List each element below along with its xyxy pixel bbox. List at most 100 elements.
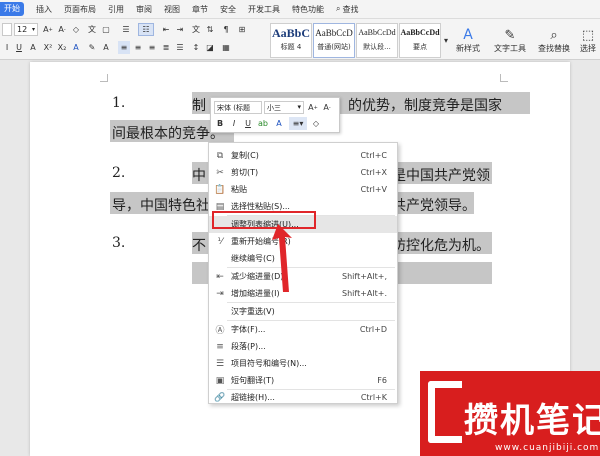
watermark-logo: 攒机笔记 www.cuanjibiji.com (420, 371, 600, 456)
menu-item-bullets-numbering[interactable]: ☰ 项目符号和编号(N)... (209, 355, 397, 372)
borders-icon[interactable]: ▦ (220, 41, 232, 54)
tab-start[interactable]: 开始 (0, 2, 24, 16)
highlight-icon[interactable]: ✎ (86, 41, 98, 54)
menu-item-copy[interactable]: ⧉ 复制(C) Ctrl+C (209, 147, 397, 164)
margin-mark (500, 74, 508, 82)
tab-references[interactable]: 引用 (108, 4, 124, 15)
menu-item-label: 超链接(H)... (231, 393, 275, 402)
menu-item-paste[interactable]: 📋 粘贴 Ctrl+V (209, 181, 397, 198)
paragraph-text[interactable]: 的优势，制度竞争是国家 (348, 95, 502, 115)
menu-item-label: 复制(C) (231, 151, 259, 160)
numbering-icon[interactable]: ☷ (138, 23, 154, 36)
mini-size-dropdown[interactable]: 小三 ▾ (264, 101, 304, 114)
font-color-icon[interactable]: A (70, 41, 82, 54)
char-shading-icon[interactable]: A (100, 41, 112, 54)
menu-item-decrease-indent[interactable]: ⇤ 减少缩进量(D) Shift+Alt+, (209, 268, 397, 285)
tab-developer[interactable]: 开发工具 (248, 4, 280, 15)
justify-icon[interactable]: ≣ (160, 41, 172, 54)
italic-icon[interactable]: I (228, 117, 240, 130)
line-spacing-icon[interactable]: ↕ (190, 41, 202, 54)
bullets-icon[interactable]: ☰ (118, 23, 134, 36)
style-label: 默认段... (363, 43, 391, 51)
menu-item-increase-indent[interactable]: ⇥ 增加缩进量(I) Shift+Alt+. (209, 285, 397, 302)
annotation-highlight-box (212, 211, 316, 229)
tab-features[interactable]: 特色功能 (292, 4, 324, 15)
superscript-icon[interactable]: X² (42, 41, 54, 54)
paragraph-text[interactable]: 制 (192, 95, 206, 115)
underline-icon[interactable]: U (242, 117, 254, 130)
menu-item-shortcut: F6 (377, 376, 387, 385)
paragraph-text[interactable]: 共产党领导。 (392, 195, 476, 215)
tab-view[interactable]: 视图 (164, 4, 180, 15)
mini-font-dropdown[interactable]: 宋体 (标题 (214, 101, 262, 114)
underline-icon[interactable]: U (14, 41, 24, 54)
tab-insert[interactable]: 插入 (36, 4, 52, 15)
show-marks-icon[interactable]: ¶ (220, 23, 232, 36)
menu-item-translate[interactable]: ▣ 短句翻译(T) F6 (209, 372, 397, 389)
tab-chapter[interactable]: 章节 (192, 4, 208, 15)
shading-icon[interactable]: ◪ (204, 41, 216, 54)
tab-page-layout[interactable]: 页面布局 (64, 4, 96, 15)
strikethrough-icon[interactable]: A (28, 41, 38, 54)
align-center-icon[interactable]: ≡ (132, 41, 144, 54)
find-replace-button[interactable]: ⌕ 查找替换 (534, 23, 574, 58)
style-normal-web[interactable]: AaBbCcD 普通(网站) (313, 23, 355, 58)
chevron-down-icon: ▾ (297, 103, 301, 111)
paragraph-text[interactable]: 防控化危为机。 (392, 235, 490, 255)
style-key-points[interactable]: AaBbCcDd 要点 (399, 23, 441, 58)
border-icon[interactable]: ▢ (100, 23, 112, 36)
paragraph-text[interactable]: 中 (192, 165, 206, 185)
font-color-icon[interactable]: A (273, 117, 285, 130)
grow-font-icon[interactable]: A + (307, 101, 319, 114)
list-number: 2. (112, 165, 126, 181)
style-label: 普通(网站) (317, 43, 351, 51)
align-right-icon[interactable]: ≡ (146, 41, 158, 54)
menu-item-paragraph[interactable]: ≡ 段落(P)... (209, 338, 397, 355)
decrease-indent-button-icon[interactable]: ⇤ (160, 23, 172, 36)
shrink-font-icon[interactable]: A- (321, 101, 333, 114)
grow-font-icon[interactable]: A + (42, 23, 54, 36)
style-default-para[interactable]: AaBbCcDd 默认段... (356, 23, 398, 58)
table-icon[interactable]: ⊞ (236, 23, 248, 36)
menu-item-restart-numbering[interactable]: ⅟ 重新开始编号(R) (209, 233, 397, 250)
menu-item-continue-numbering[interactable]: 继续编号(C) (209, 250, 397, 267)
highlight-icon[interactable]: ab (256, 117, 270, 130)
font-name-dropdown[interactable] (2, 23, 12, 36)
paragraph-text[interactable]: 是中国共产党领 (392, 165, 490, 185)
shrink-font-icon[interactable]: A- (56, 23, 68, 36)
tab-review[interactable]: 审阅 (136, 4, 152, 15)
select-button[interactable]: ⬚ 选择 (576, 23, 600, 58)
paragraph-text[interactable]: 导，中国特色社 (112, 195, 210, 215)
menu-item-cut[interactable]: ✂ 剪切(T) Ctrl+X (209, 164, 397, 181)
mini-align-icon[interactable]: ≡▾ (289, 117, 307, 130)
menu-item-hyperlink[interactable]: 🔗 超链接(H)... Ctrl+K (209, 389, 397, 406)
text-tools-button[interactable]: ✎ 文字工具 (490, 23, 530, 58)
menu-item-label: 汉字重选(V) (231, 307, 275, 316)
increase-indent-button-icon[interactable]: ⇥ (174, 23, 186, 36)
menu-item-shortcut: Ctrl+K (360, 393, 387, 402)
watermark-url: www.cuanjibiji.com (495, 443, 600, 453)
paragraph-text[interactable]: 不 (192, 235, 206, 255)
distribute-icon[interactable]: ☰ (174, 41, 186, 54)
align-left-icon[interactable]: ≡ (118, 41, 130, 54)
style-heading4[interactable]: AaBbC 标题 4 (270, 23, 312, 58)
clear-format-icon[interactable]: ◇ (70, 23, 82, 36)
sort-icon[interactable]: ⇅ (204, 23, 216, 36)
paragraph-text[interactable]: 间最根本的竞争。 (112, 123, 224, 143)
list-number: 3. (112, 235, 126, 251)
font-size-dropdown[interactable]: 12 ▾ (14, 23, 38, 36)
eraser-icon[interactable]: ◇ (311, 117, 321, 130)
chinese-layout-icon[interactable]: 文 (190, 23, 202, 36)
bullets-numbering-icon: ☰ (215, 358, 225, 369)
menu-item-shortcut: Ctrl+V (360, 185, 387, 194)
bold-icon[interactable]: B (214, 117, 226, 130)
subscript-icon[interactable]: X₂ (56, 41, 68, 54)
pinyin-icon[interactable]: 文 (86, 23, 98, 36)
new-style-button[interactable]: A 新样式 (450, 23, 486, 58)
menu-item-reconvert[interactable]: 汉字重选(V) (209, 303, 397, 320)
menu-item-font[interactable]: Ⓐ 字体(F)... Ctrl+D (209, 321, 397, 338)
italic-icon[interactable]: I (2, 41, 12, 54)
styles-scroll-icon[interactable]: ▾ (442, 23, 450, 58)
search-box[interactable]: ⌕ 查找 (336, 4, 358, 15)
tab-security[interactable]: 安全 (220, 4, 236, 15)
